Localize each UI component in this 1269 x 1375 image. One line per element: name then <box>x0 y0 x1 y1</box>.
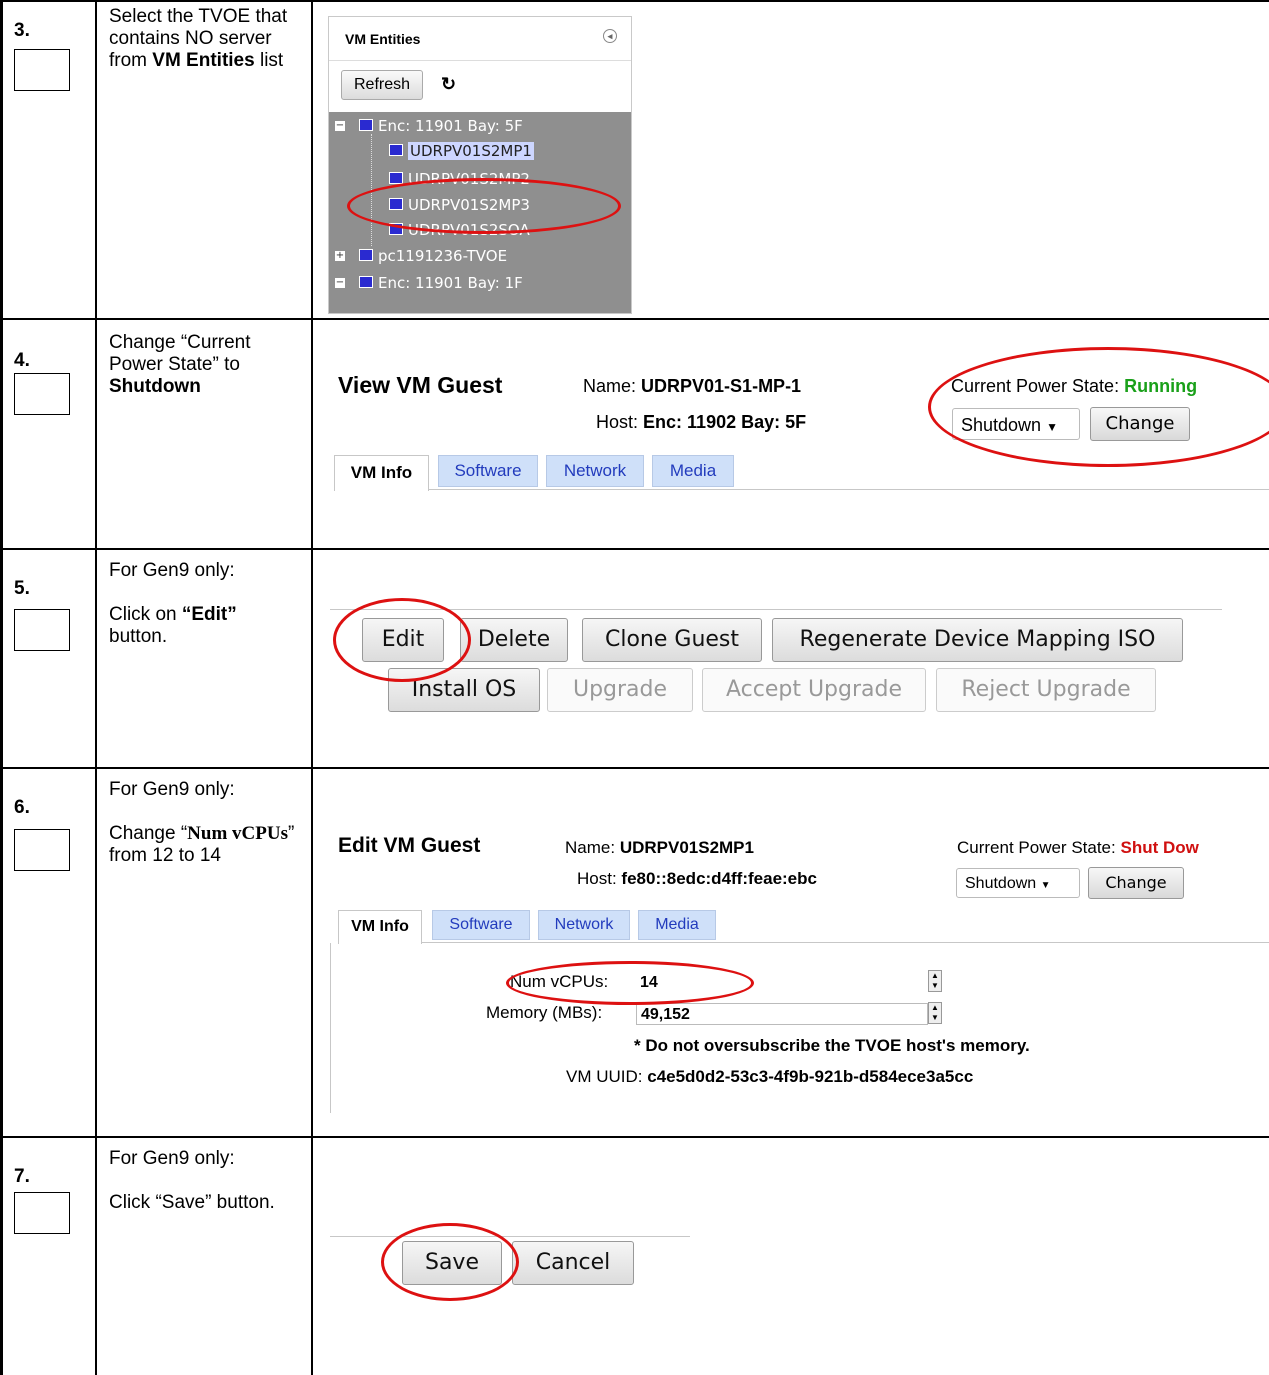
tab-vm-info[interactable]: VM Info <box>338 910 422 944</box>
name-row: Name: UDRPV01-S1-MP-1 <box>583 376 802 396</box>
delete-button[interactable]: Delete <box>460 618 568 662</box>
chevron-down-icon: ▼ <box>1046 420 1058 434</box>
change-button[interactable]: Change <box>1088 867 1184 899</box>
tab-software[interactable]: Software <box>432 910 530 940</box>
tree-connector <box>371 134 372 246</box>
vcpus-stepper[interactable]: ▲ ▼ <box>928 970 942 992</box>
step-instruction: Select the TVOE that contains NO server … <box>109 6 288 71</box>
vcpus-input[interactable]: 14 <box>636 972 928 994</box>
memory-label: Memory (MBs): <box>486 1003 603 1022</box>
tree-node-enclosure[interactable]: − Enc: 11901 Bay: 5F <box>329 115 631 137</box>
tree-node-guest[interactable]: UDRPV01S2SOA <box>389 219 530 241</box>
tab-divider <box>422 942 1269 943</box>
host-row: Host: fe80::8edc:d4ff:feae:ebc <box>577 869 817 888</box>
step-number: 3. <box>14 20 30 41</box>
table-row-border <box>0 318 1269 320</box>
tree-node-guest[interactable]: UDRPV01S2MP1 <box>389 140 534 162</box>
tab-media[interactable]: Media <box>652 455 734 487</box>
table-col-divider <box>95 0 97 1375</box>
panel-border <box>330 943 331 1113</box>
collapse-toggle-icon[interactable]: − <box>335 278 345 288</box>
upgrade-button[interactable]: Upgrade <box>547 668 693 712</box>
table-row-border <box>0 548 1269 550</box>
power-state-row: Current Power State: Shut Dow <box>957 838 1199 857</box>
vm-entities-panel: VM Entities ◂ Refresh ↻ − Enc: 11901 Bay… <box>328 16 632 314</box>
step-number: 5. <box>14 578 30 599</box>
refresh-button[interactable]: Refresh <box>341 70 424 100</box>
tree-node-guest[interactable]: UDRPV01S2MP2 <box>389 168 530 190</box>
table-row-border <box>0 1136 1269 1138</box>
step-number: 6. <box>14 797 30 818</box>
name-row: Name: UDRPV01S2MP1 <box>565 838 754 857</box>
tree-node-enclosure[interactable]: − Enc: 11901 Bay: 1F <box>329 272 631 294</box>
step-checkbox[interactable] <box>14 829 70 871</box>
tab-vm-info[interactable]: VM Info <box>334 455 429 491</box>
clone-guest-button[interactable]: Clone Guest <box>582 618 762 662</box>
save-button[interactable]: Save <box>402 1241 502 1285</box>
step-instruction: For Gen9 only: Click “Save” button. <box>109 1148 275 1213</box>
step-instruction: For Gen9 only: Click on “Edit” button. <box>109 560 237 647</box>
table-col-divider <box>311 0 313 1375</box>
server-icon <box>389 171 403 184</box>
expand-toggle-icon[interactable]: + <box>335 251 345 261</box>
reject-upgrade-button[interactable]: Reject Upgrade <box>936 668 1156 712</box>
server-icon <box>359 118 373 131</box>
tree-node-guest[interactable]: UDRPV01S2MP3 <box>389 194 530 216</box>
step-number: 7. <box>14 1166 30 1187</box>
step-checkbox[interactable] <box>14 49 70 91</box>
panel-header: VM Entities ◂ <box>329 17 631 61</box>
tab-network[interactable]: Network <box>546 455 644 487</box>
power-state-select[interactable]: Shutdown ▼ <box>952 408 1080 440</box>
edit-button[interactable]: Edit <box>362 618 444 662</box>
memory-warning: * Do not oversubscribe the TVOE host's m… <box>634 1036 1030 1055</box>
step-checkbox[interactable] <box>14 1192 70 1234</box>
toolbar-divider <box>330 1236 690 1237</box>
tree-node-tvoe[interactable]: + pc1191236-TVOE <box>329 245 631 267</box>
memory-input[interactable]: 49,152 <box>636 1003 928 1025</box>
server-icon <box>389 222 403 235</box>
entity-tree: − Enc: 11901 Bay: 5F UDRPV01S2MP1 UDRPV0… <box>329 112 631 313</box>
toolbar-divider <box>330 609 1222 610</box>
server-icon <box>359 248 373 261</box>
step-checkbox[interactable] <box>14 609 70 651</box>
change-button[interactable]: Change <box>1090 407 1190 441</box>
install-os-button[interactable]: Install OS <box>388 668 540 712</box>
host-row: Host: Enc: 11902 Bay: 5F <box>596 412 807 432</box>
tab-software[interactable]: Software <box>438 455 538 487</box>
edit-guest-title: Edit VM Guest <box>338 834 481 857</box>
collapse-toggle-icon[interactable]: − <box>335 121 345 131</box>
tab-divider <box>429 489 1269 490</box>
chevron-down-icon: ▼ <box>1040 880 1051 891</box>
step-instruction: Change “Current Power State” to Shutdown <box>109 332 251 397</box>
power-state-row: Current Power State: Running <box>951 376 1198 396</box>
table-row-border <box>0 0 1269 2</box>
step-instruction: For Gen9 only: Change “Num vCPUs” from 12… <box>109 779 295 866</box>
vcpus-label: Num vCPUs: <box>510 972 609 991</box>
regenerate-iso-button[interactable]: Regenerate Device Mapping ISO <box>772 618 1183 662</box>
uuid-row: VM UUID: c4e5d0d2-53c3-4f9b-921b-d584ece… <box>566 1067 974 1086</box>
table-left-border <box>0 0 3 1375</box>
view-guest-title: View VM Guest <box>338 372 503 398</box>
sync-icon[interactable]: ↻ <box>441 74 456 95</box>
tab-media[interactable]: Media <box>638 910 716 940</box>
power-state-select[interactable]: Shutdown ▼ <box>956 868 1080 898</box>
step-checkbox[interactable] <box>14 373 70 415</box>
server-icon <box>359 275 373 288</box>
server-icon <box>389 197 403 210</box>
tab-network[interactable]: Network <box>538 910 630 940</box>
panel-title: VM Entities <box>345 31 421 47</box>
memory-stepper[interactable]: ▲ ▼ <box>928 1002 942 1024</box>
accept-upgrade-button[interactable]: Accept Upgrade <box>702 668 926 712</box>
step-number: 4. <box>14 350 30 371</box>
server-icon <box>389 143 403 156</box>
collapse-icon[interactable]: ◂ <box>603 29 617 43</box>
cancel-button[interactable]: Cancel <box>512 1241 634 1285</box>
table-row-border <box>0 767 1269 769</box>
